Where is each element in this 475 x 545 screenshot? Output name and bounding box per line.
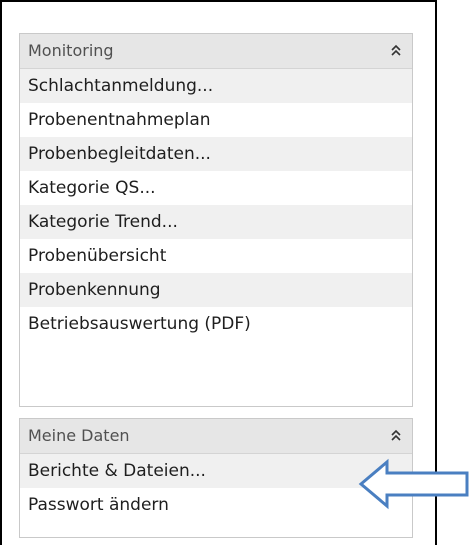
menu-item-probenentnahmeplan[interactable]: Probenentnahmeplan	[20, 103, 412, 137]
meine-daten-panel-header[interactable]: Meine Daten	[20, 419, 412, 454]
menu-item-schlachtanmeldung[interactable]: Schlachtanmeldung...	[20, 69, 412, 103]
menu-item-probenbegleitdaten[interactable]: Probenbegleitdaten...	[20, 137, 412, 171]
monitoring-panel-title: Monitoring	[28, 41, 114, 60]
double-chevron-up-icon[interactable]	[390, 429, 402, 443]
menu-item-kategorie-qs[interactable]: Kategorie QS...	[20, 171, 412, 205]
meine-daten-panel: Meine Daten Berichte & Dateien... Passwo…	[19, 418, 413, 538]
menu-item-probenkennung[interactable]: Probenkennung	[20, 273, 412, 307]
menu-item-probenuebersicht[interactable]: Probenübersicht	[20, 239, 412, 273]
monitoring-panel-header[interactable]: Monitoring	[20, 34, 412, 69]
left-arrow-icon	[358, 458, 469, 510]
menu-item-kategorie-trend[interactable]: Kategorie Trend...	[20, 205, 412, 239]
menu-item-berichte-dateien[interactable]: Berichte & Dateien...	[20, 454, 412, 488]
menu-item-betriebsauswertung[interactable]: Betriebsauswertung (PDF)	[20, 307, 412, 341]
double-chevron-up-icon[interactable]	[390, 44, 402, 58]
monitoring-panel: Monitoring Schlachtanmeldung... Probenen…	[19, 33, 413, 407]
meine-daten-panel-title: Meine Daten	[28, 426, 130, 445]
menu-item-passwort-aendern[interactable]: Passwort ändern	[20, 488, 412, 522]
